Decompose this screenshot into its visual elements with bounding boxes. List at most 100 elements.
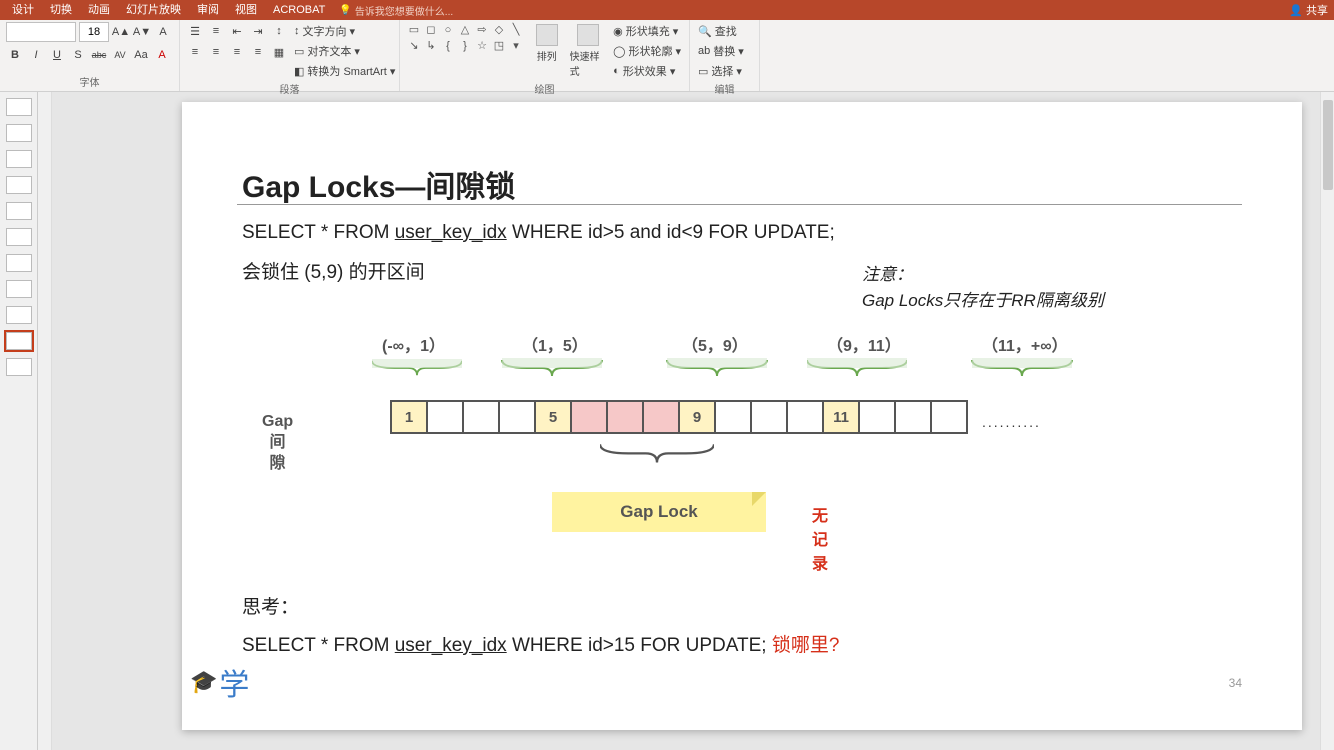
bullets-button[interactable]: ☰ <box>186 22 204 40</box>
slide-title: Gap Locks—间隙锁 <box>242 162 515 206</box>
shape-callout-icon[interactable]: ◳ <box>491 38 507 53</box>
thumb-3[interactable] <box>6 150 32 168</box>
justify-button[interactable]: ≡ <box>249 43 267 61</box>
text-direction-button[interactable]: ↕文字方向 ▾ <box>292 22 397 40</box>
think-heading: 思考： <box>242 592 299 619</box>
explanation-line: 会锁住 (5,9) 的开区间 <box>242 257 425 284</box>
brace-5 <box>932 358 1112 378</box>
thumb-11[interactable] <box>6 358 32 376</box>
align-text-button[interactable]: ▭对齐文本 ▾ <box>292 42 397 60</box>
group-editing: 🔍查找 ab替换 ▾ ▭选择 ▾ 编辑 <box>690 20 760 91</box>
align-right-button[interactable]: ≡ <box>228 43 246 61</box>
spacing-button[interactable]: AV <box>111 46 129 64</box>
value-cell <box>426 400 464 434</box>
thumb-current[interactable] <box>6 332 32 350</box>
tab-acrobat[interactable]: ACROBAT <box>265 0 333 20</box>
slide-thumbnails <box>0 92 38 750</box>
shape-fill-button[interactable]: ◉形状填充 ▾ <box>611 22 683 40</box>
font-color-button[interactable]: A <box>153 46 171 64</box>
quick-styles-button[interactable]: 快速样式 <box>570 22 608 78</box>
thumb-9[interactable] <box>6 306 32 324</box>
vertical-scrollbar[interactable] <box>1320 92 1334 750</box>
thumb-1[interactable] <box>6 98 32 116</box>
shape-effects-button[interactable]: ◐形状效果 ▾ <box>611 62 683 80</box>
replace-icon: ab <box>698 45 710 57</box>
shape-circle-icon[interactable]: ○ <box>440 22 456 37</box>
value-cell <box>642 400 680 434</box>
shadow-button[interactable]: S <box>69 46 87 64</box>
interval-1: (-∞，1） <box>382 332 445 356</box>
tab-animations[interactable]: 动画 <box>80 0 118 20</box>
thumb-8[interactable] <box>6 280 32 298</box>
align-center-button[interactable]: ≡ <box>207 43 225 61</box>
underline-button[interactable]: U <box>48 46 66 64</box>
font-name-input[interactable] <box>6 22 76 42</box>
font-size-input[interactable] <box>79 22 109 42</box>
slide[interactable]: Gap Locks—间隙锁 SELECT * FROM user_key_idx… <box>182 102 1302 730</box>
shape-star-icon[interactable]: ☆ <box>474 38 490 53</box>
shapes-gallery[interactable]: ▭ ◻ ○ △ ⇨ ◇ ╲ ↘ ↳ { } ☆ ◳ ▾ <box>406 22 524 53</box>
arrange-button[interactable]: 排列 <box>528 22 566 63</box>
value-cell: 5 <box>534 400 572 434</box>
case-button[interactable]: Aa <box>132 46 150 64</box>
value-cell: 11 <box>822 400 860 434</box>
menu-tabbar: 设计 切换 动画 幻灯片放映 审阅 视图 ACROBAT 💡 告诉我您想要做什么… <box>0 0 1334 20</box>
clear-format-button[interactable]: A <box>154 23 172 41</box>
scrollbar-thumb[interactable] <box>1323 100 1333 190</box>
strike-button[interactable]: abc <box>90 46 108 64</box>
watermark-logo: 🎓学 <box>190 660 249 704</box>
thumb-2[interactable] <box>6 124 32 142</box>
tab-design[interactable]: 设计 <box>4 0 42 20</box>
brace-4 <box>807 358 907 378</box>
sql-statement-1: SELECT * FROM user_key_idx WHERE id>5 an… <box>242 222 835 244</box>
align-left-button[interactable]: ≡ <box>186 43 204 61</box>
thumb-6[interactable] <box>6 228 32 246</box>
tab-view[interactable]: 视图 <box>227 0 265 20</box>
shape-square-icon[interactable]: ◻ <box>423 22 439 37</box>
shape-connector-icon[interactable]: ↘ <box>406 38 422 53</box>
select-button[interactable]: ▭选择 ▾ <box>696 62 746 80</box>
numbering-button[interactable]: ≡ <box>207 22 225 40</box>
bold-button[interactable]: B <box>6 46 24 64</box>
shrink-font-button[interactable]: A▼ <box>133 23 151 41</box>
value-cell <box>570 400 608 434</box>
text-direction-icon: ↕ <box>294 25 300 37</box>
shape-rbrace-icon[interactable]: } <box>457 38 473 53</box>
shape-arrow-icon[interactable]: ⇨ <box>474 22 490 37</box>
indent-dec-button[interactable]: ⇤ <box>228 22 246 40</box>
smartart-button[interactable]: ◧转换为 SmartArt ▾ <box>292 62 397 80</box>
value-cell <box>750 400 788 434</box>
columns-button[interactable]: ▦ <box>270 43 288 61</box>
share-button[interactable]: 👤 共享 <box>1289 2 1328 18</box>
shape-more-icon[interactable]: ▾ <box>508 38 524 53</box>
tab-review[interactable]: 审阅 <box>189 0 227 20</box>
shape-line-icon[interactable]: ╲ <box>508 22 524 37</box>
shape-rect-icon[interactable]: ▭ <box>406 22 422 37</box>
replace-button[interactable]: ab替换 ▾ <box>696 42 746 60</box>
page-number: 34 <box>1229 676 1242 690</box>
indent-inc-button[interactable]: ⇥ <box>249 22 267 40</box>
line-spacing-button[interactable]: ↕ <box>270 22 288 40</box>
find-button[interactable]: 🔍查找 <box>696 22 746 40</box>
smartart-icon: ◧ <box>294 65 304 78</box>
thumb-4[interactable] <box>6 176 32 194</box>
find-icon: 🔍 <box>698 25 712 38</box>
slide-canvas-area[interactable]: Gap Locks—间隙锁 SELECT * FROM user_key_idx… <box>52 92 1334 750</box>
value-cell <box>606 400 644 434</box>
tell-me[interactable]: 💡 告诉我您想要做什么... <box>339 3 453 18</box>
tab-transitions[interactable]: 切换 <box>42 0 80 20</box>
gap-side-label: Gap间隙 <box>262 412 293 474</box>
shape-triangle-icon[interactable]: △ <box>457 22 473 37</box>
shape-outline-button[interactable]: ◯形状轮廓 ▾ <box>611 42 683 60</box>
value-cell <box>786 400 824 434</box>
brace-3 <box>652 358 782 378</box>
italic-button[interactable]: I <box>27 46 45 64</box>
thumb-7[interactable] <box>6 254 32 272</box>
shape-lbrace-icon[interactable]: { <box>440 38 456 53</box>
grow-font-button[interactable]: A▲ <box>112 23 130 41</box>
shape-elbow-icon[interactable]: ↳ <box>423 38 439 53</box>
align-text-icon: ▭ <box>294 45 304 58</box>
shape-diamond-icon[interactable]: ◇ <box>491 22 507 37</box>
thumb-5[interactable] <box>6 202 32 220</box>
tab-slideshow[interactable]: 幻灯片放映 <box>118 0 189 20</box>
